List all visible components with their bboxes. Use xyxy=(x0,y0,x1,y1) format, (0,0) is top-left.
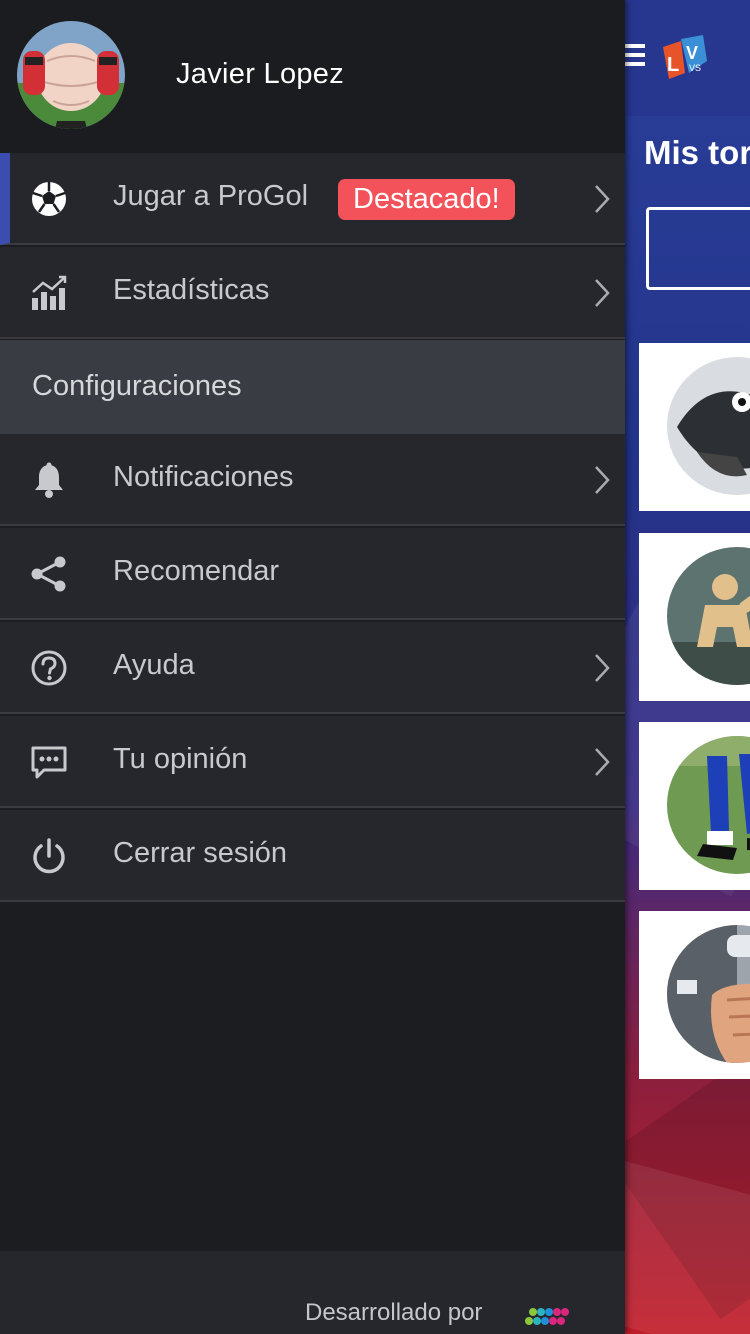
stats-chart-icon xyxy=(32,275,67,310)
footer-credit: Desarrollado por xyxy=(305,1299,483,1326)
developer-logo[interactable] xyxy=(524,1304,572,1326)
drawer-footer: Desarrollado por xyxy=(0,1251,625,1334)
tournament-card[interactable] xyxy=(639,722,750,890)
svg-text:VS: VS xyxy=(689,63,701,73)
menu-item-label: Jugar a ProGol xyxy=(113,180,309,212)
screen-title: Mis tor xyxy=(644,134,750,171)
tournament-thumbnail xyxy=(667,736,750,874)
tournament-card[interactable] xyxy=(639,533,750,701)
highlight-card[interactable] xyxy=(646,207,750,290)
svg-text:L: L xyxy=(667,54,679,76)
menu-item-label: Ayuda xyxy=(113,649,195,681)
tournament-card[interactable] xyxy=(639,343,750,511)
chevron-right-icon xyxy=(595,748,610,776)
menu-item-recomendar[interactable]: Recomendar xyxy=(0,528,625,620)
menu-item-notificaciones[interactable]: Notificaciones xyxy=(0,434,625,526)
avatar[interactable] xyxy=(17,21,125,129)
tournament-thumbnail xyxy=(667,357,750,495)
power-icon xyxy=(33,838,65,874)
menu-item-label: Notificaciones xyxy=(113,461,294,493)
menu-item-label: Recomendar xyxy=(113,555,280,587)
menu-item-label: Tu opinión xyxy=(113,743,248,775)
share-icon xyxy=(31,556,66,592)
featured-badge: Destacado! xyxy=(338,179,515,220)
app-logo: L V VS xyxy=(663,35,707,79)
bell-icon xyxy=(35,462,63,498)
section-header-configuraciones: Configuraciones xyxy=(0,340,625,434)
app-toolbar: L V VS xyxy=(625,0,750,116)
tournament-thumbnail xyxy=(667,547,750,685)
tournament-card[interactable] xyxy=(639,911,750,1079)
hamburger-menu-icon[interactable] xyxy=(625,44,645,68)
user-name: Javier Lopez xyxy=(176,58,345,90)
menu-item-jugar-progol[interactable]: Jugar a ProGol xyxy=(0,153,625,245)
drawer-profile-header: Javier Lopez xyxy=(0,0,625,153)
chevron-right-icon xyxy=(595,279,610,307)
chevron-right-icon xyxy=(595,654,610,682)
tournament-thumbnail xyxy=(667,925,750,1063)
background-app-screen: L V VS Mis tor xyxy=(625,0,750,1334)
menu-item-cerrar-sesion[interactable]: Cerrar sesión xyxy=(0,810,625,902)
feedback-icon xyxy=(31,746,67,779)
section-header-label: Configuraciones xyxy=(32,370,242,402)
menu-item-label: Estadísticas xyxy=(113,274,270,306)
menu-item-ayuda[interactable]: Ayuda xyxy=(0,622,625,714)
help-icon xyxy=(31,650,67,686)
chevron-right-icon xyxy=(595,466,610,494)
navigation-drawer: Javier Lopez Jugar a ProGol Destacado! E… xyxy=(0,0,625,1334)
menu-item-label: Cerrar sesión xyxy=(113,837,288,869)
menu-item-tu-opinion[interactable]: Tu opinión xyxy=(0,716,625,808)
soccer-ball-icon xyxy=(32,182,66,216)
svg-text:V: V xyxy=(686,43,698,63)
menu-item-estadisticas[interactable]: Estadísticas xyxy=(0,247,625,339)
chevron-right-icon xyxy=(595,185,610,213)
